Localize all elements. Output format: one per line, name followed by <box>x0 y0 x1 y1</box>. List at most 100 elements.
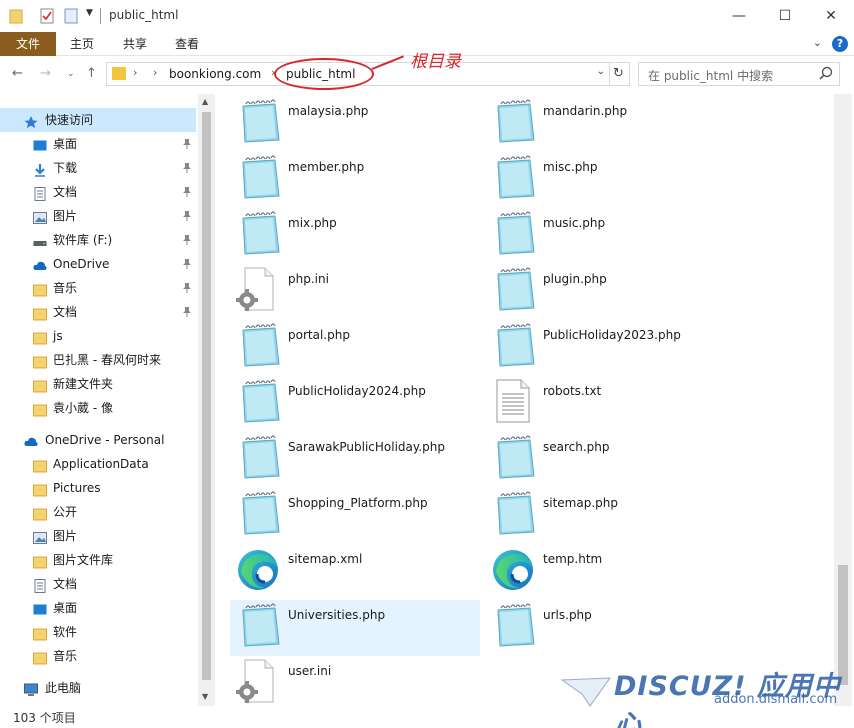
file-item[interactable]: plugin.php <box>485 264 735 320</box>
sidebar-item[interactable]: 袁小葳 - 像 <box>0 396 196 420</box>
folder-icon[interactable] <box>9 8 23 24</box>
sidebar-item[interactable]: 软件 <box>0 620 196 644</box>
sidebar-item[interactable]: 音乐 <box>0 644 196 668</box>
file-item[interactable]: SarawakPublicHoliday.php <box>230 432 480 488</box>
sidebar-item[interactable]: OneDrive - Personal <box>0 428 196 452</box>
file-name: robots.txt <box>543 384 602 398</box>
sidebar-item-label: 软件库 (F:) <box>53 233 113 247</box>
file-item[interactable]: music.php <box>485 208 735 264</box>
file-item[interactable]: robots.txt <box>485 376 735 432</box>
sidebar-item[interactable]: 桌面 <box>0 596 196 620</box>
sidebar-item-label: OneDrive - Personal <box>45 433 165 447</box>
sidebar-item-label: 袁小葳 - 像 <box>53 401 113 415</box>
properties-icon[interactable] <box>40 8 54 24</box>
qat-dropdown-icon[interactable]: ▼ <box>86 8 93 18</box>
sidebar-item-label: 图片 <box>53 209 78 223</box>
sidebar-item-label: 文档 <box>53 185 78 199</box>
file-item[interactable]: php.ini <box>230 264 480 320</box>
edge-browser-icon <box>490 546 536 592</box>
sidebar-item[interactable]: 软件库 (F:) <box>0 228 196 252</box>
sidebar-item[interactable]: 巴扎黑 - 春风何时来 <box>0 348 196 372</box>
sidebar-item[interactable]: 图片 <box>0 204 196 228</box>
up-arrow-icon[interactable]: ↑ <box>86 66 97 81</box>
sidebar-item[interactable]: 桌面 <box>0 132 196 156</box>
tab-share[interactable]: 共享 <box>109 32 161 56</box>
tab-view[interactable]: 查看 <box>161 32 213 56</box>
tab-home[interactable]: 主页 <box>56 32 108 56</box>
file-item[interactable]: malaysia.php <box>230 96 480 152</box>
file-item[interactable]: Universities.php <box>230 600 480 656</box>
folder-icon <box>33 625 47 641</box>
close-button[interactable]: ✕ <box>808 0 854 32</box>
sidebar-item[interactable]: js <box>0 324 196 348</box>
sidebar-item[interactable]: 快速访问 <box>0 108 196 132</box>
annotation-label: 根目录 <box>410 52 461 72</box>
file-name: urls.php <box>543 608 592 622</box>
search-box[interactable]: 在 public_html 中搜索 <box>638 62 840 86</box>
file-name: temp.htm <box>543 552 603 566</box>
recent-locations-icon[interactable]: ⌄ <box>67 69 75 79</box>
minimize-button[interactable]: — <box>716 0 762 32</box>
ribbon-expand-icon[interactable]: ⌄ <box>813 36 822 49</box>
sidebar-item[interactable]: 图片 <box>0 524 196 548</box>
breadcrumb-domain[interactable]: boonkiong.com <box>169 67 261 81</box>
picture-icon <box>33 529 47 544</box>
sidebar-item[interactable]: 文档 <box>0 180 196 204</box>
file-item[interactable]: mandarin.php <box>485 96 735 152</box>
sidebar-item[interactable]: OneDrive <box>0 252 196 276</box>
sidebar-item[interactable]: 图片文件库 <box>0 548 196 572</box>
help-icon[interactable]: ? <box>832 36 848 52</box>
file-item[interactable]: mix.php <box>230 208 480 264</box>
new-folder-icon[interactable] <box>64 8 78 24</box>
sidebar-item-label: 文档 <box>53 577 78 591</box>
file-item[interactable]: sitemap.xml <box>230 544 480 600</box>
sidebar-item-label: 此电脑 <box>45 681 82 695</box>
file-name: misc.php <box>543 160 598 174</box>
file-item[interactable]: PublicHoliday2023.php <box>485 320 735 376</box>
sidebar-item[interactable]: Pictures <box>0 476 196 500</box>
title-separator <box>100 8 101 24</box>
php-file-icon <box>235 210 281 256</box>
file-item[interactable]: misc.php <box>485 152 735 208</box>
sidebar-item[interactable]: 音乐 <box>0 276 196 300</box>
file-name: member.php <box>288 160 365 174</box>
file-item[interactable]: member.php <box>230 152 480 208</box>
sidebar-item-label: 图片 <box>53 529 78 543</box>
scroll-down-icon[interactable]: ▼ <box>202 692 208 701</box>
file-item[interactable]: urls.php <box>485 600 735 656</box>
sidebar-item[interactable]: 文档 <box>0 572 196 596</box>
folder-icon <box>33 401 47 417</box>
sidebar-item[interactable]: 文档 <box>0 300 196 324</box>
folder-icon <box>33 353 47 369</box>
file-item[interactable]: sitemap.php <box>485 488 735 544</box>
sidebar-scroll-thumb[interactable] <box>202 112 211 680</box>
breadcrumb-chevron-icon[interactable]: › <box>133 66 137 79</box>
forward-arrow-icon[interactable]: → <box>40 66 51 81</box>
file-item[interactable]: Shopping_Platform.php <box>230 488 480 544</box>
sidebar-item[interactable]: 新建文件夹 <box>0 372 196 396</box>
search-input[interactable]: 在 public_html 中搜索 <box>648 67 773 84</box>
sidebar-item[interactable]: 下载 <box>0 156 196 180</box>
file-item[interactable]: user.ini <box>230 656 480 706</box>
scroll-up-icon[interactable]: ▲ <box>202 97 208 106</box>
search-icon[interactable] <box>819 66 833 80</box>
address-dropdown-icon[interactable]: ⌄ <box>597 66 605 77</box>
cloud-icon <box>24 433 38 447</box>
file-item[interactable]: portal.php <box>230 320 480 376</box>
file-item[interactable]: temp.htm <box>485 544 735 600</box>
sidebar-item[interactable]: 公开 <box>0 500 196 524</box>
file-item[interactable]: PublicHoliday2024.php <box>230 376 480 432</box>
file-name: search.php <box>543 440 610 454</box>
maximize-button[interactable]: ☐ <box>762 0 808 32</box>
refresh-icon[interactable]: ↻ <box>608 62 630 86</box>
breadcrumb-chevron-icon[interactable]: › <box>153 66 157 79</box>
php-file-icon <box>235 490 281 536</box>
paper-plane-icon <box>560 677 612 707</box>
watermark-url: addon.dismall.com <box>714 692 838 707</box>
sidebar-item-label: 公开 <box>53 505 78 519</box>
file-item[interactable]: search.php <box>485 432 735 488</box>
sidebar-item[interactable]: 此电脑 <box>0 676 196 700</box>
php-file-icon <box>490 98 536 144</box>
sidebar-item[interactable]: ApplicationData <box>0 452 196 476</box>
back-arrow-icon[interactable]: ← <box>12 66 23 81</box>
